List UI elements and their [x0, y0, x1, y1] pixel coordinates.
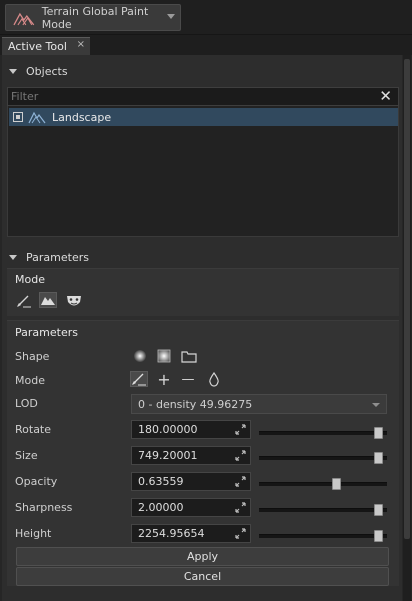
close-icon[interactable]: × — [77, 39, 85, 50]
opacity-slider-knob[interactable] — [332, 478, 341, 490]
expand-arrows-icon[interactable] — [235, 424, 246, 435]
lod-value: 0 - density 49.96275 — [138, 398, 253, 411]
tab-active-tool-label: Active Tool — [8, 40, 67, 53]
list-item[interactable]: Landscape — [9, 108, 398, 126]
mode-group: Mode — [7, 268, 399, 316]
landscape-icon — [28, 111, 46, 124]
filter-input[interactable]: Filter ✕ — [7, 87, 399, 106]
size-value: 749.20001 — [138, 449, 198, 462]
terrain-mode-label: Terrain Global Paint Mode — [41, 4, 149, 31]
sharpness-slider-knob[interactable] — [374, 504, 383, 516]
scrollbar-thumb[interactable] — [404, 59, 410, 539]
collapse-triangle-icon — [9, 68, 17, 74]
size-field[interactable]: 749.20001 — [131, 446, 251, 465]
apply-button[interactable]: Apply — [16, 547, 389, 566]
chevron-down-icon — [167, 14, 175, 19]
paint-brush-icon[interactable] — [15, 293, 33, 309]
height-field[interactable]: 2254.95654 — [131, 524, 251, 543]
opacity-label: Opacity — [15, 475, 58, 488]
opacity-value: 0.63559 — [138, 475, 184, 488]
rotate-label: Rotate — [15, 423, 52, 436]
expand-arrows-icon[interactable] — [235, 528, 246, 539]
objects-section-title: Objects — [26, 64, 68, 78]
rotate-slider[interactable] — [259, 427, 387, 439]
tab-active-tool[interactable]: Active Tool × — [2, 37, 90, 55]
sharpness-field[interactable]: 2.00000 — [131, 498, 251, 517]
size-slider-knob[interactable] — [374, 452, 383, 464]
folder-icon[interactable] — [180, 348, 198, 364]
lod-select[interactable]: 0 - density 49.96275 — [131, 394, 387, 414]
objects-list: Landscape — [7, 106, 399, 237]
sharpness-slider[interactable] — [259, 504, 387, 516]
cancel-button[interactable]: Cancel — [16, 567, 389, 586]
mode-group-title: Mode — [15, 273, 45, 286]
collapse-triangle-icon — [9, 254, 17, 260]
terrain-mode-dropdown[interactable]: Terrain Global Paint Mode — [5, 4, 181, 31]
terrain-sculpt-icon[interactable] — [39, 292, 57, 308]
top-toolbar: Terrain Global Paint Mode — [0, 0, 412, 35]
mask-icon[interactable] — [65, 293, 83, 309]
parameters-group-title: Parameters — [15, 326, 78, 339]
square-shape-icon[interactable] — [155, 348, 173, 364]
visibility-checkbox[interactable] — [13, 112, 23, 122]
tab-bar: Active Tool × — [0, 35, 412, 55]
list-item-label: Landscape — [52, 110, 112, 124]
chevron-down-icon — [372, 403, 380, 407]
height-slider-knob[interactable] — [374, 530, 383, 542]
expand-arrows-icon[interactable] — [235, 476, 246, 487]
brush-mode-label: Mode — [15, 374, 45, 387]
opacity-field[interactable]: 0.63559 — [131, 472, 251, 491]
objects-section-header[interactable]: Objects — [4, 60, 400, 82]
panel-scrollbar[interactable] — [403, 55, 411, 601]
size-label: Size — [15, 449, 38, 462]
opacity-slider[interactable] — [259, 478, 387, 490]
parameters-section-header[interactable]: Parameters — [4, 246, 400, 268]
sharpness-label: Sharpness — [15, 501, 73, 514]
parameters-section-title: Parameters — [26, 250, 89, 264]
clear-filter-icon[interactable]: ✕ — [379, 87, 392, 105]
sharpness-value: 2.00000 — [138, 501, 184, 514]
filter-placeholder: Filter — [11, 90, 39, 103]
drop-icon[interactable] — [205, 371, 223, 387]
terrain-mountains-icon — [13, 12, 35, 25]
shape-label: Shape — [15, 350, 50, 363]
sphere-shape-icon[interactable] — [131, 348, 149, 364]
lod-label: LOD — [15, 397, 38, 410]
size-slider[interactable] — [259, 452, 387, 464]
brush-icon[interactable] — [130, 371, 148, 387]
rotate-slider-knob[interactable] — [374, 427, 383, 439]
height-slider[interactable] — [259, 530, 387, 542]
plus-icon[interactable]: + — [155, 370, 173, 389]
rotate-field[interactable]: 180.00000 — [131, 420, 251, 439]
expand-arrows-icon[interactable] — [235, 502, 246, 513]
height-label: Height — [15, 527, 52, 540]
expand-arrows-icon[interactable] — [235, 450, 246, 461]
rotate-value: 180.00000 — [138, 423, 198, 436]
minus-icon[interactable]: — — [179, 371, 197, 387]
height-value: 2254.95654 — [138, 527, 205, 540]
